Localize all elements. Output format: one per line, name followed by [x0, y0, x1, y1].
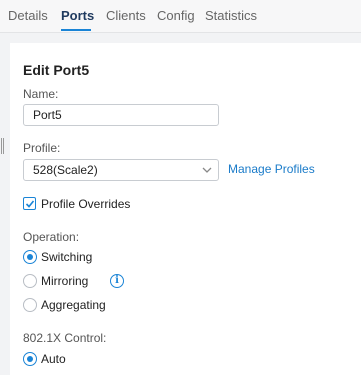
check-icon: [25, 200, 35, 208]
tab-bar: Details Ports Clients Config Statistics: [0, 0, 361, 33]
tab-ports[interactable]: Ports: [61, 8, 94, 23]
dot1x-label: 802.1X Control:: [23, 331, 107, 345]
active-tab-indicator: [61, 29, 91, 31]
profile-overrides-label: Profile Overrides: [41, 197, 131, 211]
edit-port-panel: Edit Port5 Name: Profile: 528(Scale2) Ma…: [10, 43, 361, 375]
chevron-down-icon: [202, 167, 212, 173]
radio-mirroring-label: Mirroring: [41, 274, 89, 288]
profile-select[interactable]: 528(Scale2): [23, 159, 219, 181]
name-label: Name:: [23, 87, 59, 101]
tab-config[interactable]: Config: [157, 8, 195, 23]
profile-select-value: 528(Scale2): [33, 163, 98, 177]
profile-overrides-checkbox[interactable]: [23, 197, 36, 210]
profile-label: Profile:: [23, 141, 61, 155]
resize-handle[interactable]: [1, 138, 4, 154]
radio-switching-label: Switching: [41, 250, 93, 264]
tab-statistics[interactable]: Statistics: [205, 8, 257, 23]
tab-clients[interactable]: Clients: [106, 8, 146, 23]
manage-profiles-link[interactable]: Manage Profiles: [228, 162, 315, 176]
radio-auto-label: Auto: [41, 352, 66, 366]
radio-switching[interactable]: [23, 250, 37, 264]
name-input[interactable]: [23, 104, 219, 126]
page-title: Edit Port5: [23, 62, 90, 78]
radio-mirroring[interactable]: [23, 274, 37, 288]
radio-aggregating-label: Aggregating: [41, 298, 106, 312]
info-icon[interactable]: i: [110, 274, 124, 288]
tab-details[interactable]: Details: [8, 8, 48, 23]
radio-aggregating[interactable]: [23, 298, 37, 312]
radio-auto[interactable]: [23, 352, 37, 366]
operation-label: Operation:: [23, 230, 80, 244]
